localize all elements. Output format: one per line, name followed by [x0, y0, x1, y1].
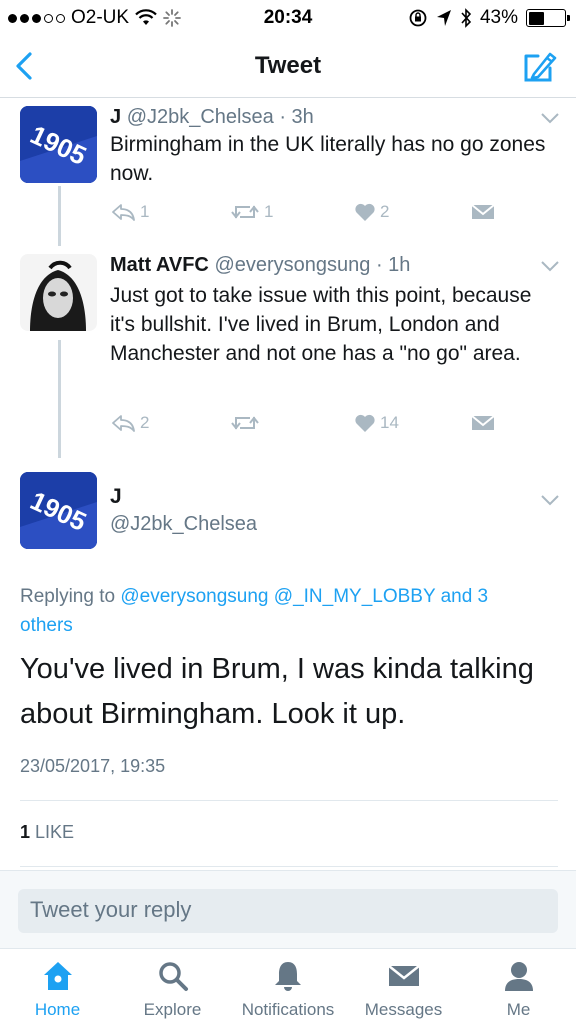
tweet-actions: 2 14 — [110, 413, 510, 443]
thread-connector-line — [58, 186, 61, 246]
tab-bar: Home Explore Notifications Messages Me — [0, 948, 576, 1024]
avatar[interactable]: 1905 — [20, 472, 97, 549]
author-handle[interactable]: @J2bk_Chelsea — [127, 106, 274, 128]
tweet-text: Just got to take issue with this point, … — [110, 284, 532, 365]
heart-icon — [355, 414, 375, 432]
tweet-text: Birmingham in the UK literally has no go… — [110, 133, 546, 185]
tab-notifications[interactable]: Notifications — [230, 949, 346, 1024]
status-bar: O2-UK 20:34 43% — [0, 0, 576, 36]
tweet-age: · 1h — [375, 254, 411, 276]
retweet-button[interactable] — [230, 413, 264, 433]
retweet-icon — [231, 416, 259, 430]
replying-to: Replying to @everysongsung @_IN_MY_LOBBY… — [20, 582, 540, 640]
like-count: 2 — [380, 202, 390, 221]
reply-button[interactable]: 1 — [110, 202, 149, 222]
mention-link[interactable]: @everysongsung — [120, 586, 268, 607]
bluetooth-icon — [461, 8, 472, 28]
mention-link[interactable]: @_IN_MY_LOBBY — [274, 586, 436, 607]
author-name[interactable]: J — [110, 106, 121, 128]
battery-icon — [526, 9, 570, 27]
author-name[interactable]: J — [110, 485, 122, 509]
direct-message-button[interactable] — [470, 202, 496, 222]
retweet-button[interactable]: 1 — [230, 202, 273, 222]
likes-count: 1 — [20, 822, 31, 842]
tweet-age: · 3h — [279, 106, 314, 128]
tab-label: Notifications — [241, 1000, 335, 1019]
tab-home[interactable]: Home — [0, 949, 115, 1024]
bell-icon — [275, 962, 301, 991]
status-right: 43% — [408, 7, 570, 29]
tab-messages[interactable]: Messages — [346, 949, 461, 1024]
envelope-icon — [387, 965, 420, 986]
battery-level — [528, 11, 544, 25]
like-count: 14 — [380, 413, 399, 432]
chevron-down-icon[interactable] — [538, 492, 562, 508]
page-title: Tweet — [254, 52, 322, 79]
replying-prefix: Replying to — [20, 586, 116, 607]
tab-me[interactable]: Me — [461, 949, 576, 1024]
retweet-icon — [231, 205, 259, 219]
navigation-bar: Tweet — [0, 36, 576, 98]
reply-count: 2 — [140, 413, 150, 432]
home-icon — [43, 962, 72, 990]
tweet-text: You've lived in Brum, I was kinda talkin… — [20, 653, 534, 730]
tab-label: Me — [506, 1000, 531, 1019]
divider — [20, 800, 558, 801]
author-handle[interactable]: @everysongsung — [214, 254, 370, 276]
tab-label: Messages — [364, 1000, 443, 1019]
direct-message-button[interactable] — [470, 413, 496, 433]
tab-explore[interactable]: Explore — [115, 949, 230, 1024]
search-icon — [158, 962, 188, 991]
tweet-header: Matt AVFC @everysongsung · 1h — [110, 254, 410, 277]
location-arrow-icon — [436, 10, 451, 26]
chelsea-flag-avatar-image: 1905 — [20, 106, 97, 183]
heart-icon — [355, 203, 375, 221]
rotation-lock-icon — [409, 9, 427, 27]
envelope-icon — [471, 415, 495, 430]
like-button[interactable]: 14 — [354, 413, 399, 433]
reply-icon — [112, 415, 135, 432]
likes-label: LIKE — [35, 822, 75, 842]
likes-summary[interactable]: 1 LIKE — [20, 822, 74, 843]
avatar[interactable] — [20, 254, 97, 331]
divider — [20, 866, 558, 867]
person-icon — [504, 962, 533, 991]
tab-label: Explore — [143, 1000, 202, 1019]
battery-percent: 43% — [479, 7, 518, 28]
chelsea-flag-avatar-image: 1905 — [20, 472, 97, 549]
tweet-header: J @J2bk_Chelsea · 3h — [110, 106, 314, 129]
masked-face-avatar-image — [20, 254, 97, 331]
author-handle[interactable]: @J2bk_Chelsea — [110, 513, 257, 536]
reply-count: 1 — [140, 202, 150, 221]
reply-input[interactable]: Tweet your reply — [18, 889, 558, 933]
compose-tweet-icon[interactable] — [520, 46, 560, 86]
chevron-down-icon[interactable] — [538, 258, 562, 274]
tab-label: Home — [34, 1000, 81, 1019]
retweet-count: 1 — [264, 202, 274, 221]
reply-button[interactable]: 2 — [110, 413, 149, 433]
chevron-down-icon[interactable] — [538, 110, 562, 126]
tweet-timestamp: 23/05/2017, 19:35 — [20, 756, 166, 776]
envelope-icon — [471, 204, 495, 219]
avatar[interactable]: 1905 — [20, 106, 97, 183]
reply-icon — [112, 204, 135, 221]
like-button[interactable]: 2 — [354, 202, 389, 222]
author-name[interactable]: Matt AVFC — [110, 254, 209, 276]
reply-bar: Tweet your reply — [0, 870, 576, 948]
tweet-actions: 1 1 2 — [110, 202, 510, 232]
thread-connector-line — [58, 340, 61, 458]
